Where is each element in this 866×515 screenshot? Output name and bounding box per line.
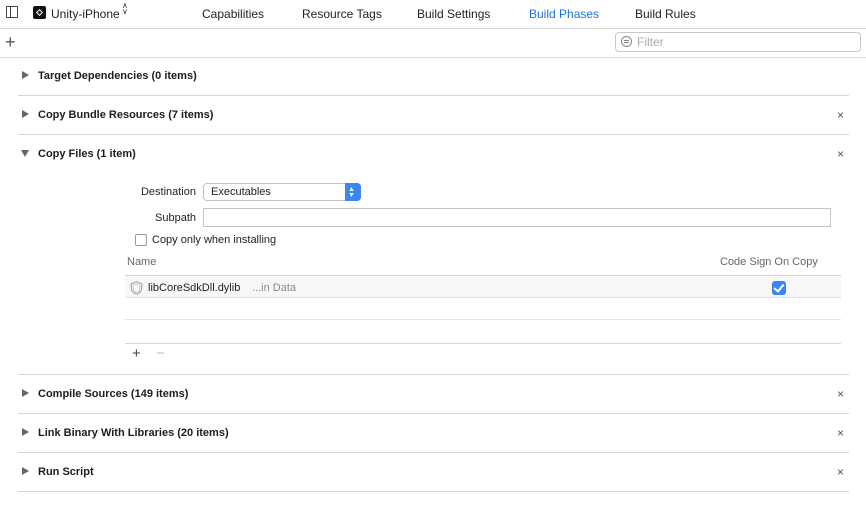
disclosure-triangle-icon[interactable] [22,467,29,475]
table-row [125,298,841,320]
add-phase-button[interactable]: + [5,32,16,52]
close-icon[interactable]: × [837,427,844,439]
library-file-icon [130,281,143,295]
disclosure-triangle-icon[interactable] [22,428,29,436]
divider [18,491,849,492]
tab-build-rules[interactable]: Build Rules [635,7,696,21]
file-name: libCoreSdkDll.dylib [148,282,241,294]
destination-value: Executables [211,186,271,198]
subpath-label: Subpath [155,212,196,224]
divider [18,134,849,135]
divider [18,374,849,375]
chevron-updown-icon[interactable]: ∧ ∨ [122,2,128,16]
tab-capabilities[interactable]: Capabilities [202,7,264,21]
tab-build-settings[interactable]: Build Settings [417,7,490,21]
remove-file-button[interactable]: − [156,346,165,362]
filter-icon [621,36,632,47]
chevron-updown-icon[interactable]: ▲ ▼ [345,183,361,201]
code-sign-checkbox[interactable] [772,281,786,295]
disclosure-triangle-icon[interactable] [22,71,29,79]
disclosure-triangle-icon[interactable] [21,150,29,157]
disclosure-triangle-icon[interactable] [22,110,29,118]
column-header-name[interactable]: Name [127,256,156,268]
tab-build-phases[interactable]: Build Phases [529,7,599,21]
phase-link-binary[interactable]: Link Binary With Libraries (20 items) [38,427,229,439]
phase-copy-bundle-resources[interactable]: Copy Bundle Resources (7 items) [38,109,213,121]
divider [125,343,841,344]
copy-only-label: Copy only when installing [152,234,277,246]
filter-placeholder: Filter [637,35,664,49]
copy-only-checkbox[interactable] [135,234,147,246]
phase-copy-files[interactable]: Copy Files (1 item) [38,148,136,160]
target-selector[interactable]: Unity-iPhone [51,7,120,21]
subpath-input[interactable] [203,208,831,227]
divider [18,95,849,96]
column-header-code-sign[interactable]: Code Sign On Copy [720,256,818,268]
phase-run-script[interactable]: Run Script [38,466,94,478]
file-location: ...in Data [252,282,297,294]
add-file-button[interactable]: + [132,346,141,362]
sidebar-toggle-icon[interactable] [6,6,18,18]
disclosure-triangle-icon[interactable] [22,389,29,397]
close-icon[interactable]: × [837,466,844,478]
close-icon[interactable]: × [837,148,844,160]
target-icon [33,6,46,19]
close-icon[interactable]: × [837,109,844,121]
tab-resource-tags[interactable]: Resource Tags [302,7,382,21]
destination-label: Destination [140,186,196,198]
divider [18,452,849,453]
divider [18,413,849,414]
close-icon[interactable]: × [837,388,844,400]
phase-compile-sources[interactable]: Compile Sources (149 items) [38,388,188,400]
phase-target-dependencies[interactable]: Target Dependencies (0 items) [38,70,197,82]
